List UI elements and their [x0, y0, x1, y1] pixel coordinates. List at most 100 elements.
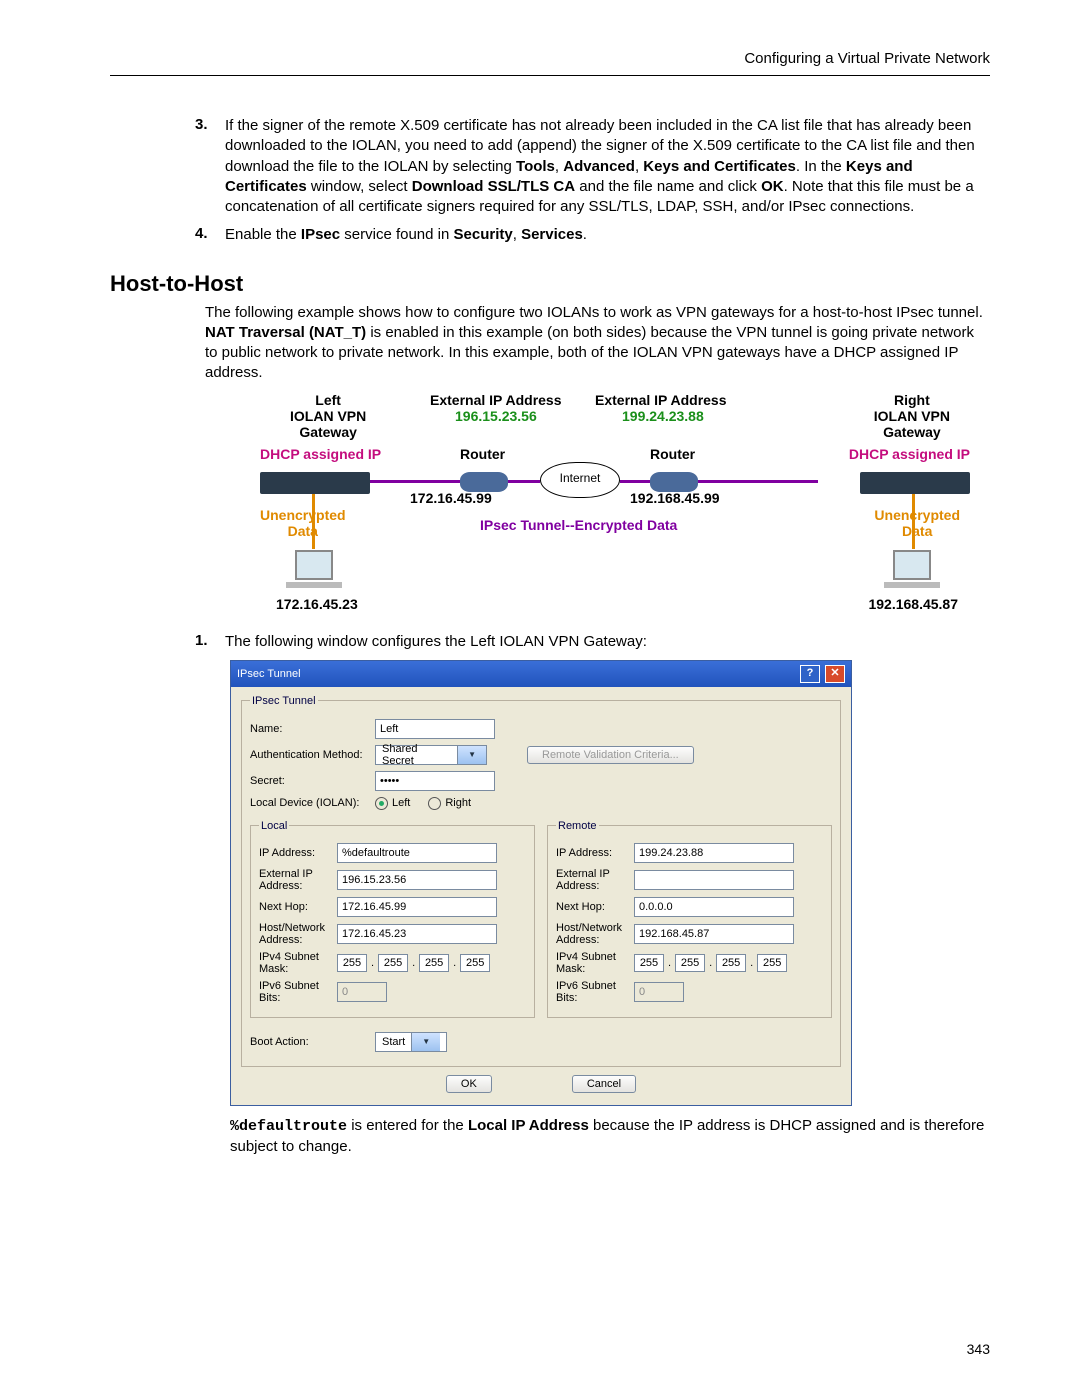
txt: .: [583, 226, 587, 243]
lbl: IPv4 Subnet Mask:: [556, 951, 634, 975]
name-input[interactable]: [375, 719, 495, 739]
bold: Keys and Certificates: [643, 158, 796, 175]
txt: IOLAN VPN: [874, 408, 950, 424]
txt: Unencrypted: [874, 507, 960, 523]
local-v6-input: [337, 982, 387, 1002]
lbl: Next Hop:: [259, 901, 337, 913]
bold: NAT Traversal (NAT_T): [205, 324, 366, 341]
radio-left[interactable]: Left: [375, 797, 410, 810]
auth-select[interactable]: Shared Secret ▼: [375, 745, 487, 765]
device-left: [260, 472, 370, 494]
step-3-num: 3.: [195, 116, 225, 217]
name-label: Name:: [250, 723, 375, 735]
lbl-tunnel: IPsec Tunnel--Encrypted Data: [480, 517, 677, 533]
auth-label: Authentication Method:: [250, 749, 375, 761]
txt: Gateway: [290, 424, 366, 440]
lbl-left-inner-ip: 172.16.45.99: [410, 490, 492, 506]
intro-paragraph: The following example shows how to confi…: [205, 303, 990, 384]
chevron-down-icon: ▼: [457, 746, 486, 764]
txt: ,: [513, 226, 521, 243]
step-3-text: If the signer of the remote X.509 certif…: [225, 116, 990, 217]
group-legend: IPsec Tunnel: [250, 695, 318, 707]
remote-hn-input[interactable]: [634, 924, 794, 944]
bold: IPsec: [301, 226, 340, 243]
txt: Unencrypted: [260, 507, 346, 523]
lbl-router-right: Router: [650, 446, 695, 462]
oct[interactable]: 255: [337, 954, 367, 972]
local-nh-input[interactable]: [337, 897, 497, 917]
local-ext-input[interactable]: [337, 870, 497, 890]
boot-value: Start: [376, 1036, 411, 1048]
lbl-dhcp-right: DHCP assigned IP: [849, 446, 970, 462]
line: [370, 480, 460, 483]
oct[interactable]: 255: [716, 954, 746, 972]
page-header: Configuring a Virtual Private Network: [110, 50, 990, 67]
line: [912, 494, 915, 549]
step-3: 3. If the signer of the remote X.509 cer…: [195, 116, 990, 217]
secret-input[interactable]: [375, 771, 495, 791]
dialog-titlebar: IPsec Tunnel ? ✕: [231, 661, 851, 687]
local-mask[interactable]: 255. 255. 255. 255: [337, 954, 490, 972]
lbl-dhcp-left: DHCP assigned IP: [260, 446, 381, 462]
lbl-left-title: Left IOLAN VPN Gateway: [290, 392, 366, 440]
remote-ip-input[interactable]: [634, 843, 794, 863]
remote-ext-input[interactable]: [634, 870, 794, 890]
local-group: Local IP Address: External IP Address: N…: [250, 820, 535, 1018]
ok-button[interactable]: OK: [446, 1075, 492, 1093]
radio-right-label: Right: [445, 797, 471, 809]
footnote: %defaultroute is entered for the Local I…: [230, 1116, 990, 1158]
device-right: [860, 472, 970, 494]
remote-nh-input[interactable]: [634, 897, 794, 917]
ipsec-tunnel-dialog: IPsec Tunnel ? ✕ IPsec Tunnel Name: Auth…: [230, 660, 852, 1106]
txt: Right: [874, 392, 950, 408]
lbl-right-ext-ip: 199.24.23.88: [622, 408, 704, 424]
remote-mask[interactable]: 255. 255. 255. 255: [634, 954, 787, 972]
pc-right-icon: [882, 550, 942, 590]
lbl-right-inner-ip: 192.168.45.99: [630, 490, 720, 506]
txt: service found in: [340, 226, 453, 243]
oct[interactable]: 255: [460, 954, 490, 972]
bold: Tools: [516, 158, 555, 175]
remote-validation-button[interactable]: Remote Validation Criteria...: [527, 746, 694, 764]
txt: . In the: [796, 158, 846, 175]
step-4: 4. Enable the IPsec service found in Sec…: [195, 225, 990, 245]
code: %defaultroute: [230, 1118, 347, 1135]
local-ip-input[interactable]: [337, 843, 497, 863]
remote-legend: Remote: [556, 820, 599, 832]
close-icon[interactable]: ✕: [825, 665, 845, 683]
oct[interactable]: 255: [757, 954, 787, 972]
lbl-unenc-right: Unencrypted Data: [874, 507, 960, 539]
lbl: IP Address:: [259, 847, 337, 859]
txt: window, select: [307, 178, 412, 195]
lbl: IP Address:: [556, 847, 634, 859]
bold: OK: [761, 178, 784, 195]
internet-cloud: Internet: [540, 462, 620, 498]
help-icon[interactable]: ?: [800, 665, 820, 683]
ipsec-tunnel-group: IPsec Tunnel Name: Authentication Method…: [241, 695, 841, 1067]
secret-label: Secret:: [250, 775, 375, 787]
local-legend: Local: [259, 820, 289, 832]
router-right-icon: [650, 472, 698, 492]
txt: and the file name and click: [575, 178, 761, 195]
oct[interactable]: 255: [378, 954, 408, 972]
bold: Download SSL/TLS CA: [412, 178, 575, 195]
local-hn-input[interactable]: [337, 924, 497, 944]
lbl-ext-ip-right: External IP Address: [595, 392, 727, 408]
oct[interactable]: 255: [675, 954, 705, 972]
auth-value: Shared Secret: [376, 743, 457, 767]
bold: Services: [521, 226, 583, 243]
radio-right[interactable]: Right: [428, 797, 471, 810]
cancel-button[interactable]: Cancel: [572, 1075, 636, 1093]
txt: Left: [290, 392, 366, 408]
lbl-unenc-left: Unencrypted Data: [260, 507, 346, 539]
boot-select[interactable]: Start ▼: [375, 1032, 447, 1052]
lbl-ext-ip-left: External IP Address: [430, 392, 562, 408]
txt: Enable the: [225, 226, 301, 243]
oct[interactable]: 255: [634, 954, 664, 972]
oct[interactable]: 255: [419, 954, 449, 972]
lbl-right-host-ip: 192.168.45.87: [868, 596, 958, 612]
line: [508, 480, 540, 483]
txt: IOLAN VPN: [290, 408, 366, 424]
lbl-right-title: Right IOLAN VPN Gateway: [874, 392, 950, 440]
lbl: External IP Address:: [259, 868, 337, 892]
